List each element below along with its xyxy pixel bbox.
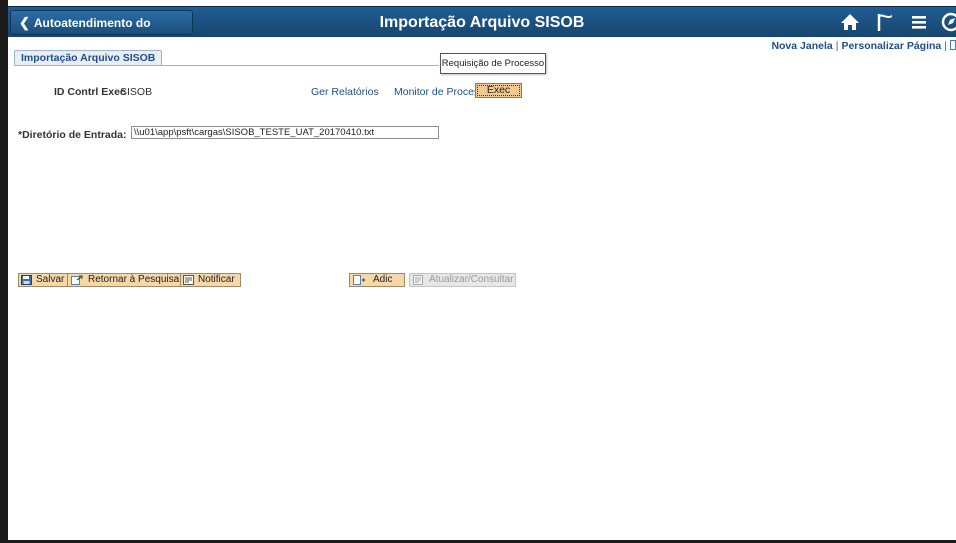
flag-icon[interactable] [874, 11, 896, 33]
help-icon[interactable] [950, 40, 956, 50]
add-button[interactable]: Adic [349, 273, 405, 287]
save-icon [21, 275, 32, 285]
home-icon[interactable] [839, 11, 861, 33]
navbar-icon[interactable] [940, 11, 956, 33]
update-display-label: Atualizar/Consultar [429, 274, 514, 285]
input-directory-label: *Diretório de Entrada: [18, 129, 127, 141]
input-directory-field[interactable]: \\u01\app\psft\cargas\SISOB_TESTE_UAT_20… [131, 126, 439, 139]
update-display-icon [413, 275, 424, 285]
add-icon [353, 275, 365, 285]
save-button[interactable]: Salvar [18, 273, 71, 287]
save-button-label: Salvar [36, 274, 65, 285]
back-button-label: Autoatendimento do Gerente [19, 16, 151, 53]
link-separator: | [944, 40, 947, 52]
new-window-link[interactable]: Nova Janela [771, 40, 832, 52]
notify-icon [183, 275, 194, 285]
notify-button[interactable]: Notificar [180, 273, 241, 287]
personalize-page-link[interactable]: Personalizar Página [841, 40, 941, 52]
update-display-button[interactable]: Atualizar/Consultar [409, 273, 516, 287]
run-control-label: ID Contrl Exec [54, 86, 126, 98]
menu-icon[interactable] [908, 11, 930, 33]
add-button-label: Adic [373, 274, 393, 285]
back-button[interactable]: ❮ Autoatendimento do Gerente [10, 10, 193, 53]
run-control-value: SISOB [120, 86, 153, 98]
return-search-icon [71, 275, 83, 285]
report-manager-link[interactable]: Ger Relatórios [311, 86, 379, 98]
process-request-tooltip: Requisição de Processo [440, 53, 546, 74]
window-left-border [0, 0, 8, 543]
exec-button[interactable]: Exec [475, 83, 522, 98]
header-bar: ❮ Autoatendimento do Gerente Importação … [8, 6, 956, 53]
chevron-left-icon: ❮ [19, 15, 30, 30]
return-to-search-button[interactable]: Retornar à Pesquisa [67, 273, 186, 287]
tab-divider [14, 65, 439, 66]
tab-importacao-arquivo-sisob[interactable]: Importação Arquivo SISOB [14, 50, 163, 66]
top-links: Nova Janela | Personalizar Página | [771, 40, 956, 52]
return-to-search-label: Retornar à Pesquisa [88, 274, 180, 285]
notify-button-label: Notificar [198, 274, 235, 285]
